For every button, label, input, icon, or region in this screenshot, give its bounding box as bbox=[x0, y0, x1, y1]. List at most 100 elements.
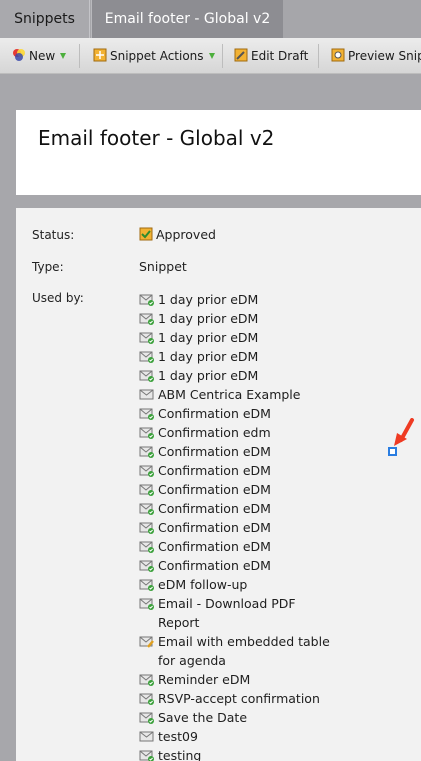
used-by-item[interactable]: Confirmation eDM bbox=[139, 499, 271, 518]
used-by-item[interactable]: Reminder eDM bbox=[139, 670, 250, 689]
used-by-item[interactable]: Confirmation eDM bbox=[139, 480, 271, 499]
edit-draft-label: Edit Draft bbox=[251, 49, 309, 63]
approved-email-icon bbox=[139, 541, 154, 553]
used-by-item[interactable]: Email with embedded table for agenda bbox=[139, 632, 330, 670]
used-by-item-line: Confirmation eDM bbox=[158, 406, 271, 421]
used-by-item[interactable]: Confirmation eDM bbox=[139, 537, 271, 556]
used-by-item[interactable]: Confirmation eDM bbox=[139, 442, 271, 461]
used-by-item-line: Confirmation eDM bbox=[158, 463, 271, 478]
approved-email-icon bbox=[139, 484, 154, 496]
used-by-item[interactable]: RSVP-accept confirmation bbox=[139, 689, 320, 708]
approved-email-icon bbox=[139, 313, 154, 325]
used-by-item-label: Confirmation eDM bbox=[158, 461, 271, 480]
approved-email-icon bbox=[139, 598, 154, 610]
used-by-item-line: 1 day prior eDM bbox=[158, 368, 259, 383]
status-label: Status: bbox=[32, 228, 75, 242]
used-by-item[interactable]: 1 day prior eDM bbox=[139, 366, 258, 385]
used-by-item-line: Confirmation eDM bbox=[158, 520, 271, 535]
tab-bar: Snippets Email footer - Global v2 bbox=[0, 0, 421, 38]
used-by-item-line: Confirmation eDM bbox=[158, 501, 271, 516]
used-by-item-line: Confirmation eDM bbox=[158, 444, 271, 459]
used-by-item-line: testing bbox=[158, 748, 202, 761]
approved-email-icon bbox=[139, 427, 154, 439]
status-text: Approved bbox=[156, 227, 216, 242]
used-by-item[interactable]: Save the Date bbox=[139, 708, 247, 727]
preview-icon bbox=[331, 48, 345, 62]
approved-email-icon bbox=[139, 712, 154, 724]
used-by-item-label: Confirmation eDM bbox=[158, 442, 271, 461]
used-by-item-label: Save the Date bbox=[158, 708, 247, 727]
approved-email-icon bbox=[139, 693, 154, 705]
used-by-item[interactable]: 1 day prior eDM bbox=[139, 309, 258, 328]
approved-email-icon bbox=[139, 408, 154, 420]
used-by-item[interactable]: testing bbox=[139, 746, 201, 761]
used-by-item-label: test09 bbox=[158, 727, 198, 746]
preview-snippet-button[interactable]: Preview Snipp bbox=[331, 38, 421, 73]
used-by-item[interactable]: 1 day prior eDM bbox=[139, 347, 258, 366]
used-by-item-line: Email - Download PDF bbox=[158, 596, 296, 611]
used-by-item-label: Confirmation eDM bbox=[158, 556, 271, 575]
used-by-item-label: 1 day prior eDM bbox=[158, 328, 258, 347]
used-by-item[interactable]: 1 day prior eDM bbox=[139, 328, 258, 347]
used-by-item-label: 1 day prior eDM bbox=[158, 290, 258, 309]
used-by-item-line: Email with embedded table bbox=[158, 634, 330, 649]
used-by-item-line: Confirmation eDM bbox=[158, 558, 271, 573]
toolbar: New Snippet Actions Edit Draft Preview S… bbox=[0, 38, 421, 74]
new-button[interactable]: New bbox=[12, 38, 67, 73]
used-by-item-label: Confirmation eDM bbox=[158, 480, 271, 499]
used-by-item[interactable]: Confirmation eDM bbox=[139, 461, 271, 480]
used-by-item[interactable]: test09 bbox=[139, 727, 198, 746]
approved-email-icon bbox=[139, 446, 154, 458]
snippet-actions-button[interactable]: Snippet Actions bbox=[93, 38, 215, 73]
used-by-item[interactable]: Confirmation eDM bbox=[139, 518, 271, 537]
tab-snippets[interactable]: Snippets bbox=[0, 0, 90, 38]
used-by-item-label: Reminder eDM bbox=[158, 670, 250, 689]
type-value: Snippet bbox=[139, 259, 187, 274]
used-by-item-label: ABM Centrica Example bbox=[158, 385, 300, 404]
toolbar-divider bbox=[222, 44, 223, 68]
edited-email-icon bbox=[139, 636, 154, 648]
title-panel: Email footer - Global v2 bbox=[16, 110, 421, 195]
approved-email-icon bbox=[139, 503, 154, 515]
used-by-item-label: 1 day prior eDM bbox=[158, 366, 258, 385]
used-by-item-line: Report bbox=[158, 615, 200, 630]
approved-email-icon bbox=[139, 351, 154, 363]
used-by-item-line: RSVP-accept confirmation bbox=[158, 691, 320, 706]
approved-email-icon bbox=[139, 579, 154, 591]
details-panel: Status: Approved Type: Snippet Used by: … bbox=[16, 208, 421, 761]
used-by-item-line: 1 day prior eDM bbox=[158, 311, 259, 326]
used-by-item-line: eDM follow-up bbox=[158, 577, 248, 592]
chevron-down-icon bbox=[208, 53, 215, 59]
approved-email-icon bbox=[139, 465, 154, 477]
used-by-item-line: ABM Centrica Example bbox=[158, 387, 301, 402]
used-by-item[interactable]: eDM follow-up bbox=[139, 575, 247, 594]
tab-email-footer[interactable]: Email footer - Global v2 bbox=[91, 0, 283, 38]
edit-draft-button[interactable]: Edit Draft bbox=[234, 38, 309, 73]
toolbar-divider bbox=[318, 44, 319, 68]
used-by-item-line: Confirmation eDM bbox=[158, 539, 271, 554]
used-by-item-line: for agenda bbox=[158, 653, 226, 668]
used-by-item-label: Confirmation eDM bbox=[158, 404, 271, 423]
approved-email-icon bbox=[139, 522, 154, 534]
used-by-item-line: Reminder eDM bbox=[158, 672, 251, 687]
used-by-item[interactable]: Confirmation eDM bbox=[139, 404, 271, 423]
new-icon bbox=[13, 49, 25, 61]
used-by-item-line: Confirmation eDM bbox=[158, 482, 271, 497]
used-by-item-line: 1 day prior eDM bbox=[158, 292, 259, 307]
snippet-actions-label: Snippet Actions bbox=[110, 49, 204, 63]
red-arrow-icon bbox=[394, 418, 414, 446]
used-by-item[interactable]: ABM Centrica Example bbox=[139, 385, 300, 404]
used-by-label: Used by: bbox=[32, 291, 84, 305]
chevron-down-icon bbox=[60, 53, 67, 59]
used-by-item-line: test09 bbox=[158, 729, 198, 744]
used-by-item-line: 1 day prior eDM bbox=[158, 330, 259, 345]
approved-email-icon bbox=[139, 560, 154, 572]
used-by-item[interactable]: Confirmation eDM bbox=[139, 556, 271, 575]
used-by-item[interactable]: Email - Download PDF Report bbox=[139, 594, 296, 632]
used-by-item-label: RSVP-accept confirmation bbox=[158, 689, 320, 708]
used-by-item[interactable]: 1 day prior eDM bbox=[139, 290, 258, 309]
snippet-icon bbox=[93, 48, 107, 62]
used-by-item[interactable]: Confirmation edm bbox=[139, 423, 271, 442]
used-by-item-line: Confirmation edm bbox=[158, 425, 271, 440]
approved-email-icon bbox=[139, 750, 154, 761]
